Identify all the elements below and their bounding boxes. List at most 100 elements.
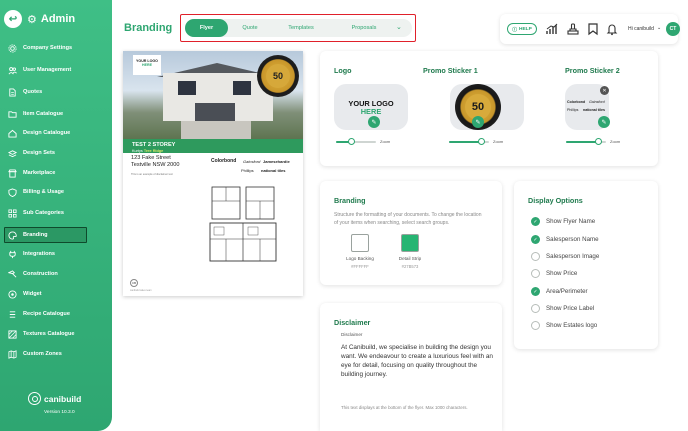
option-row[interactable]: Show Price Label (531, 304, 594, 313)
sidebar-item-widget[interactable]: Widget (5, 286, 108, 302)
sidebar-item-quotes[interactable]: Quotes (5, 84, 108, 100)
checkbox-unchecked[interactable] (531, 252, 540, 261)
tab-templates[interactable]: Templates (273, 19, 329, 37)
sidebar-item-branding[interactable]: Branding (4, 227, 87, 243)
stamp-icon[interactable] (566, 22, 580, 36)
logo-backing-swatch[interactable] (351, 234, 369, 252)
sidebar-item-recipe-catalogue[interactable]: Recipe Catalogue (5, 306, 108, 322)
logo-upload-box[interactable]: YOUR LOGO HERE ✎ (334, 84, 408, 130)
flyer-small-text: This is an example of disclaimer text (131, 173, 173, 176)
checkbox-checked[interactable]: ✓ (531, 287, 540, 296)
sidebar-header: ↩ ⚙ Admin (4, 10, 75, 28)
sticker2-brand: Phillips (567, 108, 579, 112)
edit-sticker2-button[interactable]: ✎ (598, 116, 610, 128)
chevron-down-icon[interactable]: ⌄ (396, 23, 402, 31)
edit-sticker1-button[interactable]: ✎ (472, 116, 484, 128)
disclaimer-field-label: Disclaimer (341, 332, 363, 337)
top-right-toolbar: ⓘ HELP Hi canibuild ⌄ CT (500, 14, 680, 44)
texture-icon (7, 329, 17, 339)
flyer-address-line1: 123 Fake Street (131, 155, 171, 161)
sidebar-item-design-sets[interactable]: Design Sets (5, 145, 108, 161)
disclaimer-help-text: This text displays at the bottom of the … (341, 405, 468, 410)
option-row[interactable]: Salesperson Image (531, 252, 599, 261)
disclaimer-textarea[interactable]: At Canibuild, we specialise in building … (341, 343, 493, 379)
checkbox-unchecked[interactable] (531, 304, 540, 313)
checkbox-unchecked[interactable] (531, 321, 540, 330)
chart-icon[interactable] (545, 22, 559, 36)
avatar[interactable]: CT (666, 22, 680, 36)
sticker2-zoom-slider[interactable] (566, 138, 606, 145)
flyer-floor-plan (208, 183, 278, 263)
tab-flyer[interactable]: Flyer (185, 19, 228, 37)
checkbox-unchecked[interactable] (531, 269, 540, 278)
option-label: Show Estates logo (546, 322, 598, 329)
bookmark-icon[interactable] (586, 22, 600, 36)
help-button[interactable]: ⓘ HELP (507, 23, 537, 35)
sidebar-item-label: Item Catalogue (23, 111, 64, 117)
plug-icon (7, 249, 17, 259)
option-row[interactable]: ✓ Show Flyer Name (531, 217, 595, 226)
sticker1-upload-box[interactable]: 50 ✎ (450, 84, 524, 130)
palette-icon (7, 230, 17, 240)
sticker2-zoom-fill (566, 141, 599, 143)
sidebar-item-sub-categories[interactable]: Sub Categories (5, 205, 108, 221)
checkbox-checked[interactable]: ✓ (531, 235, 540, 244)
sticker2-upload-box[interactable]: ✕ Colorbond Gainsford Phillips national … (565, 84, 610, 130)
branding-description: Structure the formatting of your documen… (334, 212, 482, 226)
sidebar-item-custom-zones[interactable]: Custom Zones (5, 346, 108, 362)
canibuild-logo: canibuild (28, 392, 81, 405)
list-icon (7, 309, 17, 319)
detail-strip-swatch[interactable] (401, 234, 419, 252)
edit-logo-button[interactable]: ✎ (368, 116, 380, 128)
logo-zoom-slider[interactable] (336, 138, 376, 145)
swatch-label: Detail Strip (398, 256, 422, 261)
sidebar-item-label: Quotes (23, 89, 43, 95)
page-title: Branding (124, 22, 173, 34)
disclaimer-title: Disclaimer (334, 318, 371, 327)
sidebar-item-label: Marketplace (23, 170, 56, 176)
widget-icon (7, 289, 17, 299)
option-row[interactable]: Show Price (531, 269, 577, 278)
sidebar-item-marketplace[interactable]: Marketplace (5, 165, 108, 181)
sidebar-item-construction[interactable]: Construction (5, 266, 108, 282)
logo-zoom-knob[interactable] (347, 138, 355, 145)
sidebar-item-item-catalogue[interactable]: Item Catalogue (5, 106, 108, 122)
option-row[interactable]: Show Estates logo (531, 321, 597, 330)
logo-title: Logo (334, 66, 352, 75)
flyer-design-sub: Kurtys Tree Ridge (132, 149, 164, 153)
flyer-salesperson-badge: CB (130, 279, 138, 287)
sticker1-zoom-slider[interactable] (449, 138, 489, 145)
option-row[interactable]: ✓ Area/Perimeter (531, 287, 588, 296)
option-row[interactable]: ✓ Salesperson Name (531, 235, 599, 244)
sidebar-item-label: Recipe Catalogue (23, 311, 70, 317)
flyer-logo-placeholder: YOUR LOGO HERE (133, 55, 161, 75)
user-greeting[interactable]: Hi canibuild (628, 26, 654, 32)
brand-name: canibuild (44, 393, 82, 404)
sidebar-item-user-management[interactable]: User Management (5, 62, 108, 78)
flyer-brand-logo: Jamesehardie (263, 159, 290, 164)
checkbox-checked[interactable]: ✓ (531, 217, 540, 226)
logo-placeholder: YOUR LOGO HERE (348, 99, 394, 117)
sidebar-item-textures-catalogue[interactable]: Textures Catalogue (5, 326, 108, 342)
branding-title: Branding (334, 196, 366, 205)
sidebar-item-billing-usage[interactable]: Billing & Usage (5, 184, 108, 200)
option-label: Show Price Label (546, 305, 595, 312)
sidebar-item-label: Widget (23, 291, 42, 297)
sidebar-item-design-catalogue[interactable]: Design Catalogue (5, 125, 108, 141)
hammer-icon (7, 269, 17, 279)
option-label: Show Price (546, 270, 578, 277)
grid-icon (7, 208, 17, 218)
chevron-down-icon[interactable]: ⌄ (657, 25, 661, 31)
flyer-promo-sticker: 50 (257, 55, 299, 97)
tab-proposals[interactable]: Proposals (335, 19, 393, 37)
back-button[interactable]: ↩ (4, 10, 22, 28)
close-icon[interactable]: ✕ (600, 86, 609, 95)
sidebar-item-company-settings[interactable]: Company Settings (5, 40, 108, 56)
tab-quote[interactable]: Quote (230, 19, 270, 37)
swatch-code: #FFFFFF (351, 264, 369, 269)
sidebar-item-integrations[interactable]: Integrations (5, 246, 108, 262)
sticker2-brand: Gainsford (589, 100, 605, 104)
bell-icon[interactable] (605, 22, 619, 36)
sidebar-item-label: Integrations (23, 251, 56, 257)
layers-icon (7, 148, 17, 158)
